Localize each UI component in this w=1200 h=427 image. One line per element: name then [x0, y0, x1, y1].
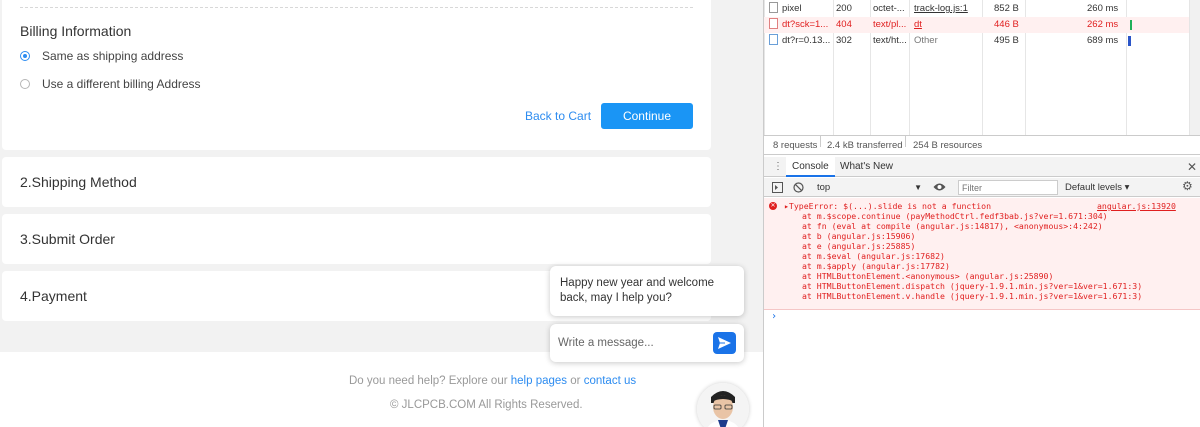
radio-label: Same as shipping address [42, 49, 184, 63]
chat-greeting-bubble: Happy new year and welcome back, may I h… [550, 266, 744, 316]
waterfall-bar [1128, 36, 1131, 46]
checkout-page: Billing Information Same as shipping add… [0, 0, 763, 427]
transferred-size: 2.4 kB transferred [827, 140, 903, 151]
error-headline[interactable]: ▸TypeError: $(...).slide is not a functi… [784, 201, 991, 211]
contact-us-link[interactable]: contact us [584, 375, 636, 387]
divider [20, 7, 693, 8]
request-initiator-link[interactable]: dt [914, 17, 922, 33]
help-prefix: Do you need help? Explore our [349, 375, 508, 387]
file-icon [769, 18, 778, 29]
request-type: octet-... [873, 3, 905, 14]
console-error-message: ✕ ▸TypeError: $(...).slide is not a func… [764, 198, 1200, 310]
agent-photo-icon [697, 383, 749, 427]
stack-line[interactable]: at HTMLButtonElement.<anonymous> (angula… [802, 271, 1053, 281]
send-button[interactable] [713, 332, 736, 354]
back-to-cart-link[interactable]: Back to Cart [525, 109, 591, 123]
request-type: text/pl... [873, 19, 907, 30]
request-initiator: Other [914, 35, 938, 46]
stack-line[interactable]: at e (angular.js:25885) [802, 241, 915, 251]
eye-icon[interactable] [933, 182, 946, 192]
requests-count: 8 requests [773, 140, 818, 151]
request-name: dt?sck=1... [769, 17, 831, 33]
request-status: 302 [836, 35, 852, 46]
console-prompt[interactable]: › [771, 311, 777, 322]
request-time: 262 ms [1087, 19, 1119, 30]
chat-agent-avatar[interactable] [697, 383, 749, 427]
help-or: or [570, 375, 581, 387]
stack-line[interactable]: at m.$scope.continue (payMethodCtrl.fedf… [802, 211, 1108, 221]
sidebar-toggle-icon[interactable] [772, 182, 783, 193]
drawer-tab-bar: ⋮ Console What's New ✕ [764, 157, 1200, 177]
radio-label: Use a different billing Address [42, 77, 201, 91]
network-row-error[interactable]: dt?sck=1... 404 text/pl... dt 446 B 262 … [764, 17, 1200, 33]
radio-checked-icon[interactable] [20, 51, 30, 61]
help-line: Do you need help? Explore our help pages… [349, 375, 636, 387]
clear-console-icon[interactable] [793, 182, 804, 193]
tab-console[interactable]: Console [786, 157, 835, 177]
chat-input-box [550, 324, 744, 362]
context-select[interactable]: top ▼ [814, 180, 922, 195]
request-time: 689 ms [1087, 35, 1119, 46]
request-status: 200 [836, 3, 852, 14]
copyright: © JLCPCB.COM All Rights Reserved. [390, 399, 583, 411]
billing-section: Billing Information Same as shipping add… [2, 0, 711, 150]
step-title: 2.Shipping Method [20, 174, 137, 190]
stack-line[interactable]: at m.$apply (angular.js:17782) [802, 261, 950, 271]
network-scrollbar[interactable] [1189, 0, 1200, 135]
file-icon [769, 2, 778, 13]
send-icon [718, 337, 731, 349]
devtools-panel: pixel 200 octet-... track-log.js:1 852 B… [763, 0, 1200, 427]
step-title: 4.Payment [20, 288, 87, 304]
error-icon: ✕ [769, 202, 777, 210]
step-title: 3.Submit Order [20, 231, 115, 247]
close-drawer-icon[interactable]: ✕ [1181, 157, 1200, 177]
request-name: pixel [769, 1, 831, 17]
request-size: 495 B [994, 35, 1019, 46]
context-value: top [817, 182, 831, 193]
network-row[interactable]: dt?r=0.13... 302 text/ht... Other 495 B … [764, 33, 1200, 49]
continue-button[interactable]: Continue [601, 103, 693, 129]
chat-message-input[interactable] [558, 333, 708, 353]
billing-title: Billing Information [20, 23, 132, 39]
request-size: 446 B [994, 19, 1019, 30]
help-pages-link[interactable]: help pages [511, 375, 567, 387]
request-type: text/ht... [873, 35, 907, 46]
chat-greeting-text: Happy new year and welcome back, may I h… [560, 277, 715, 304]
stack-line[interactable]: at HTMLButtonElement.dispatch (jquery-1.… [802, 281, 1142, 291]
request-time: 260 ms [1087, 3, 1119, 14]
step-shipping-method[interactable]: 2.Shipping Method [2, 157, 711, 207]
radio-unchecked-icon[interactable] [20, 79, 30, 89]
network-summary-bar: 8 requests 2.4 kB transferred 254 B reso… [764, 135, 1200, 155]
resources-size: 254 B resources [913, 140, 983, 151]
waterfall-bar [1130, 20, 1132, 30]
request-status: 404 [836, 19, 852, 30]
step-submit-order[interactable]: 3.Submit Order [2, 214, 711, 264]
stack-line[interactable]: at b (angular.js:15906) [802, 231, 915, 241]
separator [820, 136, 821, 147]
tab-whats-new[interactable]: What's New [834, 157, 899, 177]
radio-same-as-shipping[interactable]: Same as shipping address [20, 49, 183, 63]
console-filter-input[interactable] [958, 180, 1058, 195]
network-row[interactable]: pixel 200 octet-... track-log.js:1 852 B… [764, 1, 1200, 17]
request-size: 852 B [994, 3, 1019, 14]
log-levels-select[interactable]: Default levels ▾ [1065, 180, 1129, 195]
stack-line[interactable]: at m.$eval (angular.js:17682) [802, 251, 945, 261]
separator [905, 136, 906, 147]
settings-gear-icon[interactable]: ⚙ [1182, 179, 1193, 193]
console-toolbar: top ▼ Default levels ▾ ⚙ [764, 178, 1200, 197]
dropdown-arrow-icon: ▼ [914, 183, 922, 192]
request-initiator-link[interactable]: track-log.js:1 [914, 1, 968, 17]
page-footer: Do you need help? Explore our help pages… [0, 352, 763, 427]
stack-line[interactable]: at fn (eval at compile (angular.js:14817… [802, 221, 1103, 231]
network-request-table: pixel 200 octet-... track-log.js:1 852 B… [764, 0, 1200, 135]
stack-line[interactable]: at HTMLButtonElement.v.handle (jquery-1.… [802, 291, 1142, 301]
request-name: dt?r=0.13... [769, 33, 831, 49]
error-source-link[interactable]: angular.js:13920 [1097, 201, 1176, 211]
image-file-icon [769, 34, 778, 45]
radio-different-billing[interactable]: Use a different billing Address [20, 77, 201, 91]
